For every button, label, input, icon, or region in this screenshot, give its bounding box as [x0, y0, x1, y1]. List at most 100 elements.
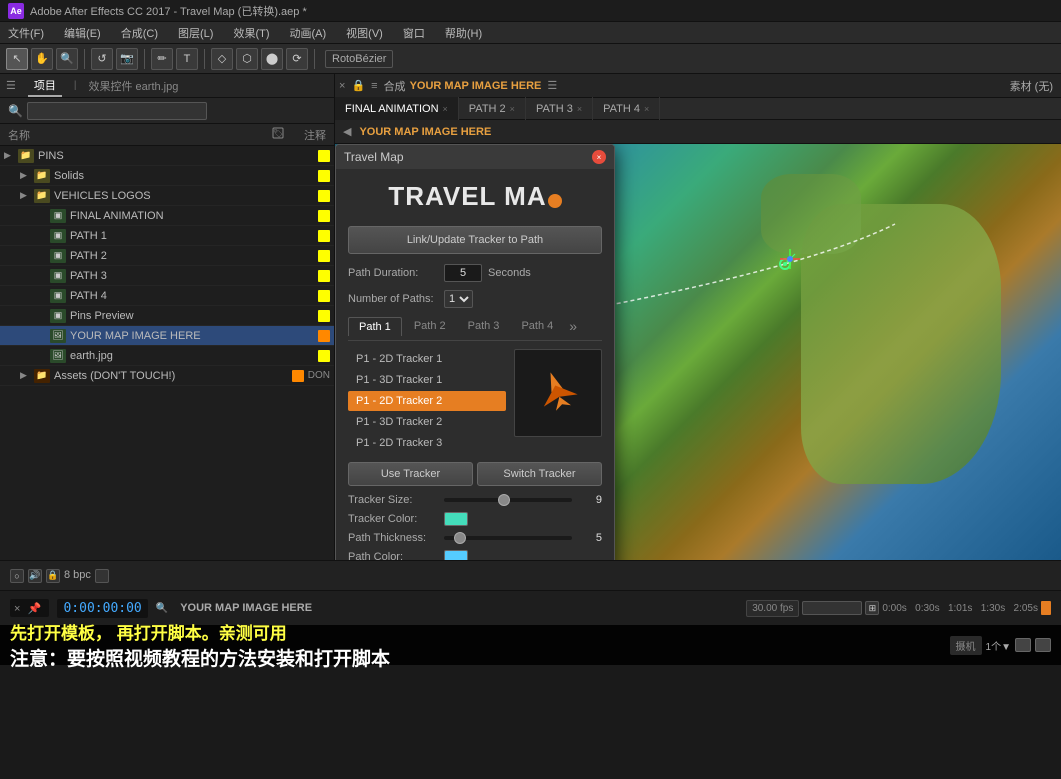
layer-item-path2[interactable]: ▣ PATH 2: [0, 246, 334, 266]
panel-tabs-row: ☰ 项目 | 效果控件 earth.jpg: [0, 74, 334, 98]
menu-composition[interactable]: 合成(C): [117, 23, 162, 43]
menu-file[interactable]: 文件(F): [4, 23, 48, 43]
project-search-input[interactable]: [27, 102, 207, 120]
zoom-tool-btn[interactable]: 🔍: [56, 48, 78, 70]
menu-effects[interactable]: 效果(T): [229, 23, 273, 43]
layer-name-path4: PATH 4: [70, 290, 314, 302]
playhead-indicator[interactable]: [1041, 601, 1051, 615]
menu-view[interactable]: 视图(V): [342, 23, 387, 43]
use-tracker-btn[interactable]: Use Tracker: [348, 462, 473, 486]
layer-name-path3: PATH 3: [70, 270, 314, 282]
timeline-time-markers: 0:00s 0:30s 1:01s 1:30s 2:05s: [882, 603, 1038, 614]
layer-item-earth[interactable]: 🖼 earth.jpg: [0, 346, 334, 366]
rotobezier-toggle[interactable]: RotoBézier: [325, 50, 393, 68]
view-icon-2[interactable]: [1035, 638, 1051, 652]
comp-icon-final: ▣: [50, 209, 66, 223]
comp-menu-icon[interactable]: ☰: [547, 79, 557, 92]
link-update-tracker-btn[interactable]: Link/Update Tracker to Path: [348, 226, 602, 254]
panel-menu-icon[interactable]: ☰: [6, 79, 16, 92]
viewer-back-icon[interactable]: ◀: [343, 125, 351, 138]
tracker-area: P1 - 2D Tracker 1 P1 - 3D Tracker 1 P1 -…: [348, 349, 602, 454]
layer-item-pins-preview[interactable]: ▣ Pins Preview: [0, 306, 334, 326]
tab-path3[interactable]: PATH 3 ×: [526, 97, 593, 121]
tab-path4[interactable]: PATH 4 ×: [593, 97, 660, 121]
num-paths-select[interactable]: 1 2 3 4: [444, 290, 473, 308]
ae-logo-icon: Ae: [8, 3, 24, 19]
tracker-p1-3d-1[interactable]: P1 - 3D Tracker 1: [348, 370, 506, 390]
bpc-label: 8 bpc: [64, 569, 91, 583]
menu-window[interactable]: 窗口: [399, 23, 429, 43]
rotate-tool-btn[interactable]: ↺: [91, 48, 113, 70]
search-timeline-icon[interactable]: 🔍: [156, 603, 168, 614]
layer-item-pins[interactable]: ▶ 📁 PINS: [0, 146, 334, 166]
view-icon-1[interactable]: [1015, 638, 1031, 652]
tracker-p1-2d-1[interactable]: P1 - 2D Tracker 1: [348, 349, 506, 369]
tracker-size-slider[interactable]: [444, 498, 572, 502]
menu-help[interactable]: 帮助(H): [441, 23, 486, 43]
timeline-expand-btn[interactable]: ⊞: [865, 601, 879, 615]
hand-tool-btn[interactable]: ✋: [31, 48, 53, 70]
tracker-p1-3d-2[interactable]: P1 - 3D Tracker 2: [348, 412, 506, 432]
layer-item-map[interactable]: 🖼 YOUR MAP IMAGE HERE: [0, 326, 334, 346]
path-tab-3[interactable]: Path 3: [458, 317, 510, 335]
close-tab-path3[interactable]: ×: [577, 104, 582, 114]
layer-item-path3[interactable]: ▣ PATH 3: [0, 266, 334, 286]
menu-edit[interactable]: 编辑(E): [60, 23, 105, 43]
timeline-pin-icon[interactable]: 📌: [28, 603, 42, 615]
switch-tracker-btn[interactable]: Switch Tracker: [477, 462, 602, 486]
camera-tool-btn[interactable]: 📷: [116, 48, 138, 70]
layer-item-vehicles[interactable]: ▶ 📁 VEHICLES LOGOS: [0, 186, 334, 206]
layer-item-assets[interactable]: ▶ 📁 Assets (DON'T TOUCH!) DON: [0, 366, 334, 386]
path-tab-2[interactable]: Path 2: [404, 317, 456, 335]
trash-btn[interactable]: [95, 569, 109, 583]
layer-item-path4[interactable]: ▣ PATH 4: [0, 286, 334, 306]
menu-layer[interactable]: 图层(L): [174, 23, 217, 43]
select-tool-btn[interactable]: ↖: [6, 48, 28, 70]
path-duration-input[interactable]: [444, 264, 482, 282]
close-panel-icon[interactable]: ×: [339, 80, 345, 92]
color-swatch-solids: [318, 170, 330, 182]
path-color-swatch[interactable]: [444, 550, 468, 560]
more-paths-icon[interactable]: »: [565, 316, 581, 336]
close-tab-final[interactable]: ×: [443, 104, 448, 114]
project-tab[interactable]: 项目: [28, 75, 62, 97]
source-label: 素材 (无): [1010, 78, 1053, 94]
effect-controls-label[interactable]: 效果控件 earth.jpg: [88, 78, 178, 94]
close-tab-path2[interactable]: ×: [510, 104, 515, 114]
expand-icon-assets: ▶: [20, 370, 32, 381]
close-tab-path4[interactable]: ×: [644, 104, 649, 114]
tab-final-animation[interactable]: FINAL ANIMATION ×: [335, 97, 459, 121]
layer-name-assets: Assets (DON'T TOUCH!): [54, 370, 288, 382]
panel-separator: |: [74, 80, 77, 91]
text-tool-btn[interactable]: T: [176, 48, 198, 70]
tab-path2[interactable]: PATH 2 ×: [459, 97, 526, 121]
timeline-close-icon[interactable]: ×: [14, 603, 20, 615]
collapse-icon[interactable]: ≡: [371, 80, 377, 92]
path-tab-1[interactable]: Path 1: [348, 317, 402, 336]
playhead-bar[interactable]: [802, 601, 862, 615]
stamp-tool-btn[interactable]: ⬤: [261, 48, 283, 70]
pen-tool-btn[interactable]: ✏: [151, 48, 173, 70]
path-tab-4[interactable]: Path 4: [511, 317, 563, 335]
dialog-close-btn[interactable]: ×: [592, 150, 606, 164]
mute-btn[interactable]: 🔊: [28, 569, 42, 583]
tracker-p1-2d-2[interactable]: P1 - 2D Tracker 2: [348, 391, 506, 411]
tracker-p1-2d-3[interactable]: P1 - 2D Tracker 3: [348, 433, 506, 453]
notif-right-controls: 摄机 1个▼: [950, 636, 1051, 655]
tracker-color-swatch[interactable]: [444, 512, 468, 526]
path-thickness-value: 5: [578, 532, 602, 544]
layer-item-path1[interactable]: ▣ PATH 1: [0, 226, 334, 246]
solo-btn[interactable]: ○: [10, 569, 24, 583]
shape-tool-btn[interactable]: ◇: [211, 48, 233, 70]
tracker-size-thumb[interactable]: [498, 494, 510, 506]
layer-item-solids[interactable]: ▶ 📁 Solids: [0, 166, 334, 186]
comp-icon-path2: ▣: [50, 249, 66, 263]
path-thickness-thumb[interactable]: [454, 532, 466, 544]
path-thickness-slider[interactable]: [444, 536, 572, 540]
paint-tool-btn[interactable]: ⬡: [236, 48, 258, 70]
lock-bottom-btn[interactable]: 🔒: [46, 569, 60, 583]
seconds-label: Seconds: [488, 267, 531, 279]
menu-animation[interactable]: 动画(A): [286, 23, 331, 43]
puppet-tool-btn[interactable]: ⟳: [286, 48, 308, 70]
layer-item-final-anim[interactable]: ▣ FINAL ANIMATION: [0, 206, 334, 226]
